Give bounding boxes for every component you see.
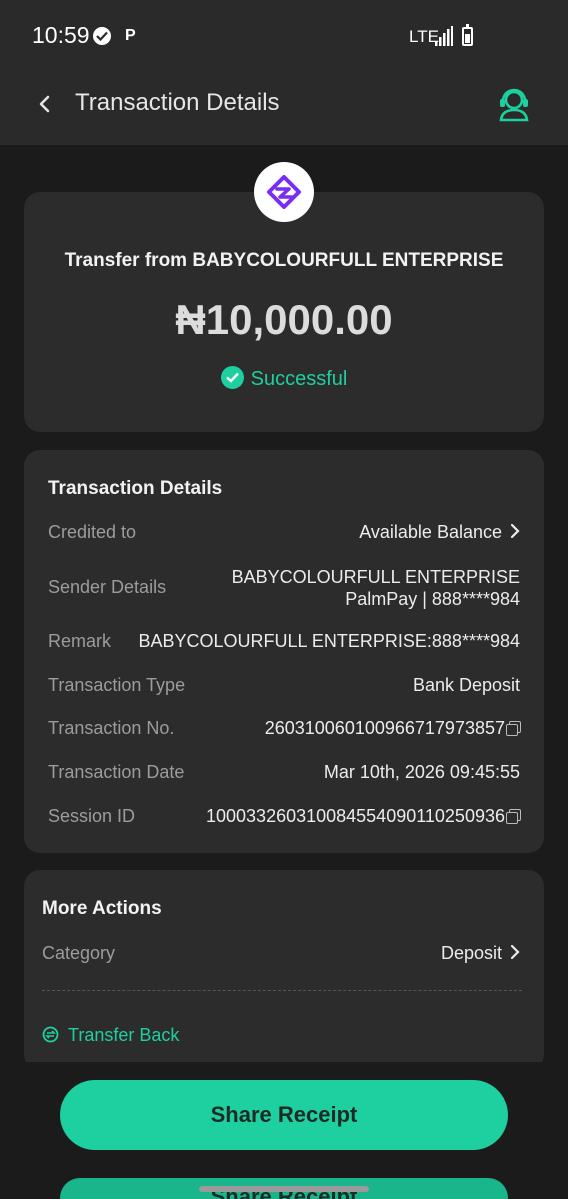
credited-to-value: Available Balance	[359, 522, 502, 542]
page-title: Transaction Details	[75, 89, 280, 116]
detail-value: BABYCOLOURFULL ENTERPRISE:888****984	[138, 631, 521, 651]
category-selector[interactable]: Deposit	[441, 943, 520, 964]
success-check-icon	[220, 366, 244, 389]
palmpay-logo-icon	[267, 175, 301, 209]
detail-label: Remark	[48, 631, 112, 651]
detail-label: Sender Details	[48, 577, 167, 597]
battery-icon	[462, 24, 473, 46]
detail-value: BABYCOLOURFULL ENTERPRISE PalmPay | 888*…	[232, 566, 520, 610]
status-bar: 10:59 P LTE	[0, 0, 568, 70]
detail-label: Transaction Type	[48, 675, 186, 695]
status-time: 10:59	[32, 22, 90, 48]
share-receipt-button[interactable]: Share Receipt	[60, 1080, 508, 1150]
section-title: More Actions	[42, 898, 162, 919]
category-label: Category	[42, 943, 116, 963]
back-button[interactable]	[32, 90, 60, 118]
check-circle-icon	[93, 27, 111, 45]
transaction-number: 260310060100966717973857	[264, 718, 505, 738]
transfer-title: Transfer from BABYCOLOURFULL ENTERPRISE	[64, 250, 504, 271]
palmpay-logo	[254, 162, 314, 222]
transfer-back-label: Transfer Back	[68, 1025, 180, 1045]
category-value: Deposit	[440, 943, 502, 963]
detail-value: 260310060100966717973857	[264, 718, 521, 739]
transfer-back-button[interactable]: Transfer Back	[42, 1025, 179, 1046]
detail-value: 100033260310084554090110250936	[206, 806, 521, 827]
app-header: Transaction Details	[0, 70, 568, 145]
detail-value: Bank Deposit	[412, 675, 520, 695]
copy-icon[interactable]	[506, 721, 521, 736]
transaction-details-card: Transaction Details Credited to Availabl…	[24, 450, 544, 853]
session-id: 100033260310084554090110250936	[206, 806, 505, 826]
chevron-left-icon	[39, 95, 50, 113]
detail-value: Available Balance	[359, 522, 520, 543]
more-actions-card: More Actions Category Deposit Transfer B…	[24, 870, 544, 1070]
copy-icon[interactable]	[506, 809, 521, 824]
detail-label: Transaction Date	[48, 762, 185, 782]
chevron-right-icon	[510, 944, 520, 960]
status-badge: Successful	[24, 366, 544, 391]
detail-label: Session ID	[48, 806, 136, 826]
transaction-amount: ₦10,000.00	[175, 296, 393, 343]
status-text: Successful	[250, 368, 348, 390]
signal-icon	[435, 26, 453, 46]
transfer-back-icon	[42, 1026, 59, 1043]
sender-name: BABYCOLOURFULL ENTERPRISE	[231, 567, 520, 587]
detail-value: Mar 10th, 2026 09:45:55	[323, 762, 520, 782]
divider	[42, 990, 522, 991]
sender-account: PalmPay | 888****984	[345, 589, 520, 609]
home-indicator[interactable]	[199, 1186, 369, 1192]
transaction-summary-card: Transfer from BABYCOLOURFULL ENTERPRISE …	[24, 192, 544, 432]
notification-icon: P	[125, 27, 136, 44]
customer-support-icon[interactable]	[497, 86, 531, 122]
section-title: Transaction Details	[48, 478, 223, 499]
detail-label: Transaction No.	[48, 718, 175, 738]
chevron-right-icon	[510, 523, 520, 539]
detail-label: Credited to	[48, 522, 137, 542]
